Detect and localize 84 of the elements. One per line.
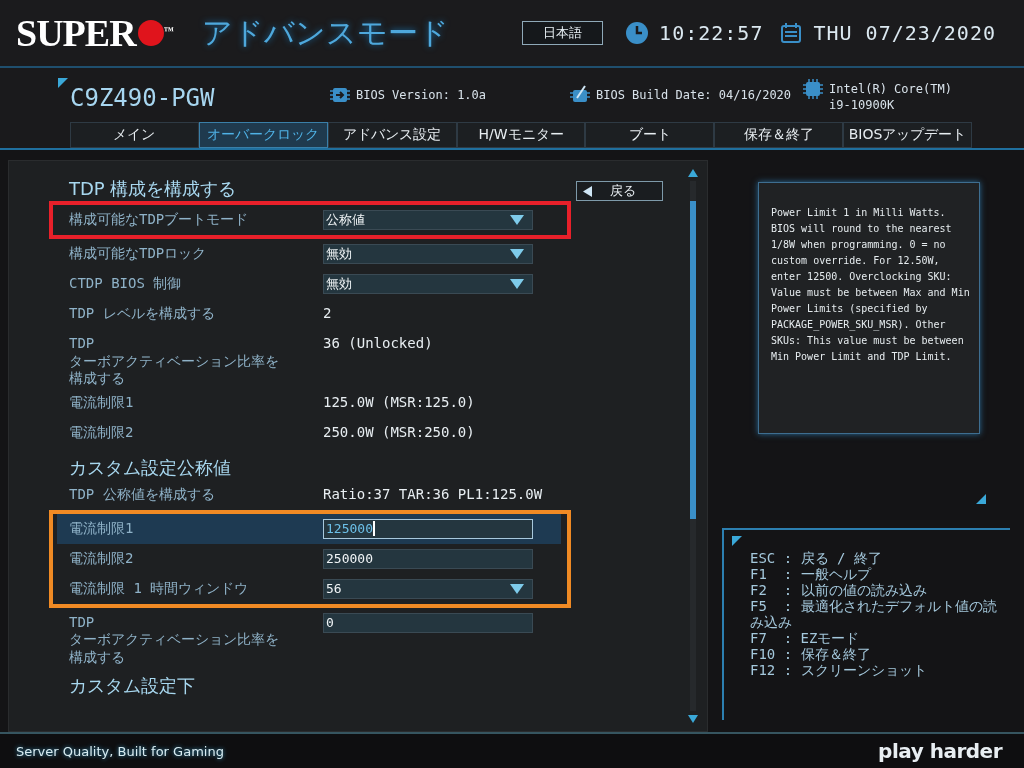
setting-row[interactable]: 電流制限 1 時間ウィンドウ 56 [57,573,561,604]
language-button[interactable]: 日本語 [522,21,604,45]
setting-row[interactable]: 構成可能なTDPロック 無効 [57,239,561,269]
date-text: THU 07/23/2020 [813,21,996,45]
input-field[interactable]: 125000 [323,518,533,539]
corner-marker-icon [976,494,986,504]
setting-label: 構成可能なTDPロック [69,244,208,263]
slogan: Server Quality, Built for Gaming [16,743,224,759]
scroll-up-icon[interactable] [688,169,698,177]
setting-label: 構成する [69,648,126,666]
dropdown-arrow-icon [510,249,524,259]
bios-build-date: BIOS Build Date: 04/16/2020 [596,87,792,104]
menu-tab[interactable]: オーバークロック [198,122,328,148]
corner-marker-icon [58,78,68,88]
back-button[interactable]: 戻る [576,181,663,201]
scrollbar[interactable] [687,169,699,723]
setting-label: 電流制限1 [69,392,135,411]
menu-tab[interactable]: H/Wモニター [456,122,586,148]
key-hint: F7 : EZモード [750,630,861,646]
cpu-name: Intel(R) Core(TM) i9-10900K [829,80,952,114]
setting-label: 構成する [69,370,126,388]
setting-row[interactable]: 構成可能なTDPブートモード 公称値 [57,205,561,235]
setting-label: 電流制限 1 時間ウィンドウ [69,578,250,597]
input-field[interactable]: 0 [323,612,533,633]
setting-value: 36 (Unlocked) [323,334,433,351]
dropdown-field[interactable]: 56 [323,578,533,599]
key-hint: F12 : スクリーンショット [750,662,928,678]
setting-label: 構成可能なTDPブートモード [69,210,250,229]
corner-marker-icon [732,536,742,546]
bios-version: BIOS Version: 1.0a [356,87,487,104]
setting-row[interactable]: CTDP BIOS 制御 無効 [57,269,561,299]
dropdown-field[interactable]: 公称値 [323,210,533,230]
menu-tab[interactable]: メイン [70,122,199,148]
input-field[interactable]: 250000 [323,548,533,569]
scroll-down-icon[interactable] [688,715,698,723]
brand-logo: play harder [878,739,1002,763]
setting-label: TDP [69,613,96,631]
setting-value: Ratio:37 TAR:36 PL1:125.0W [323,484,543,502]
clock-time: 10:22:57 [659,21,764,45]
menu-tab[interactable]: BIOSアップデート [843,122,972,148]
section-heading: カスタム設定公称値 [68,455,232,480]
help-text: Power Limit 1 in Milli Watts. BIOS will round to the nearest 1/8W when programming. 0 = no custom override. For 12.50W, enter 12500. Overclocking SKU: Value must be between Max and Min Power Limits (specified by PACKAGE_POWER_SKU_MSR). Other SKUs: This value must be between Min Power Limit and TDP Limit. [771,206,971,364]
section-heading: カスタム設定下 [68,674,196,698]
setting-value: 2 [323,304,332,321]
dropdown-field[interactable]: 無効 [323,274,533,294]
dropdown-arrow-icon [510,215,524,225]
setting-label: TDP 公称値を構成する [69,484,216,503]
setting-label: 電流制限1 [69,518,135,537]
section-heading: TDP 構成を構成する [68,177,238,201]
setting-row[interactable]: TDP ターボアクティベーション比率を 構成する 0 [57,607,561,666]
logo: SUPER ™ [16,11,174,55]
menu-tab[interactable]: アドバンス設定 [327,122,457,148]
setting-label: ターボアクティベーション比率を [69,352,280,370]
setting-row[interactable]: 電流制限2 250.0W (MSR:250.0) [57,417,561,448]
menu-tab[interactable]: 保存＆終了 [714,122,844,148]
setting-row[interactable]: 電流制限1 125000 [57,513,561,544]
menu-tab[interactable]: ブート [585,122,715,148]
setting-row[interactable]: 電流制限1 125.0W (MSR:125.0) [57,387,561,418]
dropdown-field[interactable]: 無効 [323,244,533,264]
clock-icon [625,21,650,45]
setting-row[interactable]: TDP 公称値を構成する Ratio:37 TAR:36 PL1:125.0W [57,479,561,510]
model-name: C9Z490-PGW [70,84,215,112]
key-hint: F10 : 保存＆終了 [750,646,872,662]
setting-label: CTDP BIOS 制御 [69,274,183,293]
setting-value: 125.0W (MSR:125.0) [323,392,475,410]
setting-value: 250.0W (MSR:250.0) [323,422,475,440]
setting-label: 電流制限2 [69,548,135,567]
back-arrow-icon [583,185,592,197]
setting-label: ターボアクティベーション比率を [69,631,280,649]
calendar-icon [779,21,804,45]
setting-row[interactable]: TDP ターボアクティベーション比率を 構成する 36 (Unlocked) [57,329,561,388]
cpu-chip-icon [801,76,826,101]
setting-label: TDP [69,335,96,353]
dropdown-arrow-icon [510,279,524,289]
key-hint: ESC : 戻る / 終了 [750,550,883,566]
setting-label: TDP レベルを構成する [69,304,216,323]
setting-row[interactable]: 電流制限2 250000 [57,543,561,574]
setting-label: 電流制限2 [69,422,135,441]
dropdown-arrow-icon [510,583,524,594]
setting-row[interactable]: TDP レベルを構成する 2 [57,299,561,329]
key-hint: F5 : 最適化されたデフォルト値の読み込み [750,598,998,630]
key-hint: F1 : 一般ヘルプ [750,566,873,582]
key-hint: F2 : 以前の値の読み込み [750,582,928,598]
mode-title: アドバンスモード [201,13,449,52]
